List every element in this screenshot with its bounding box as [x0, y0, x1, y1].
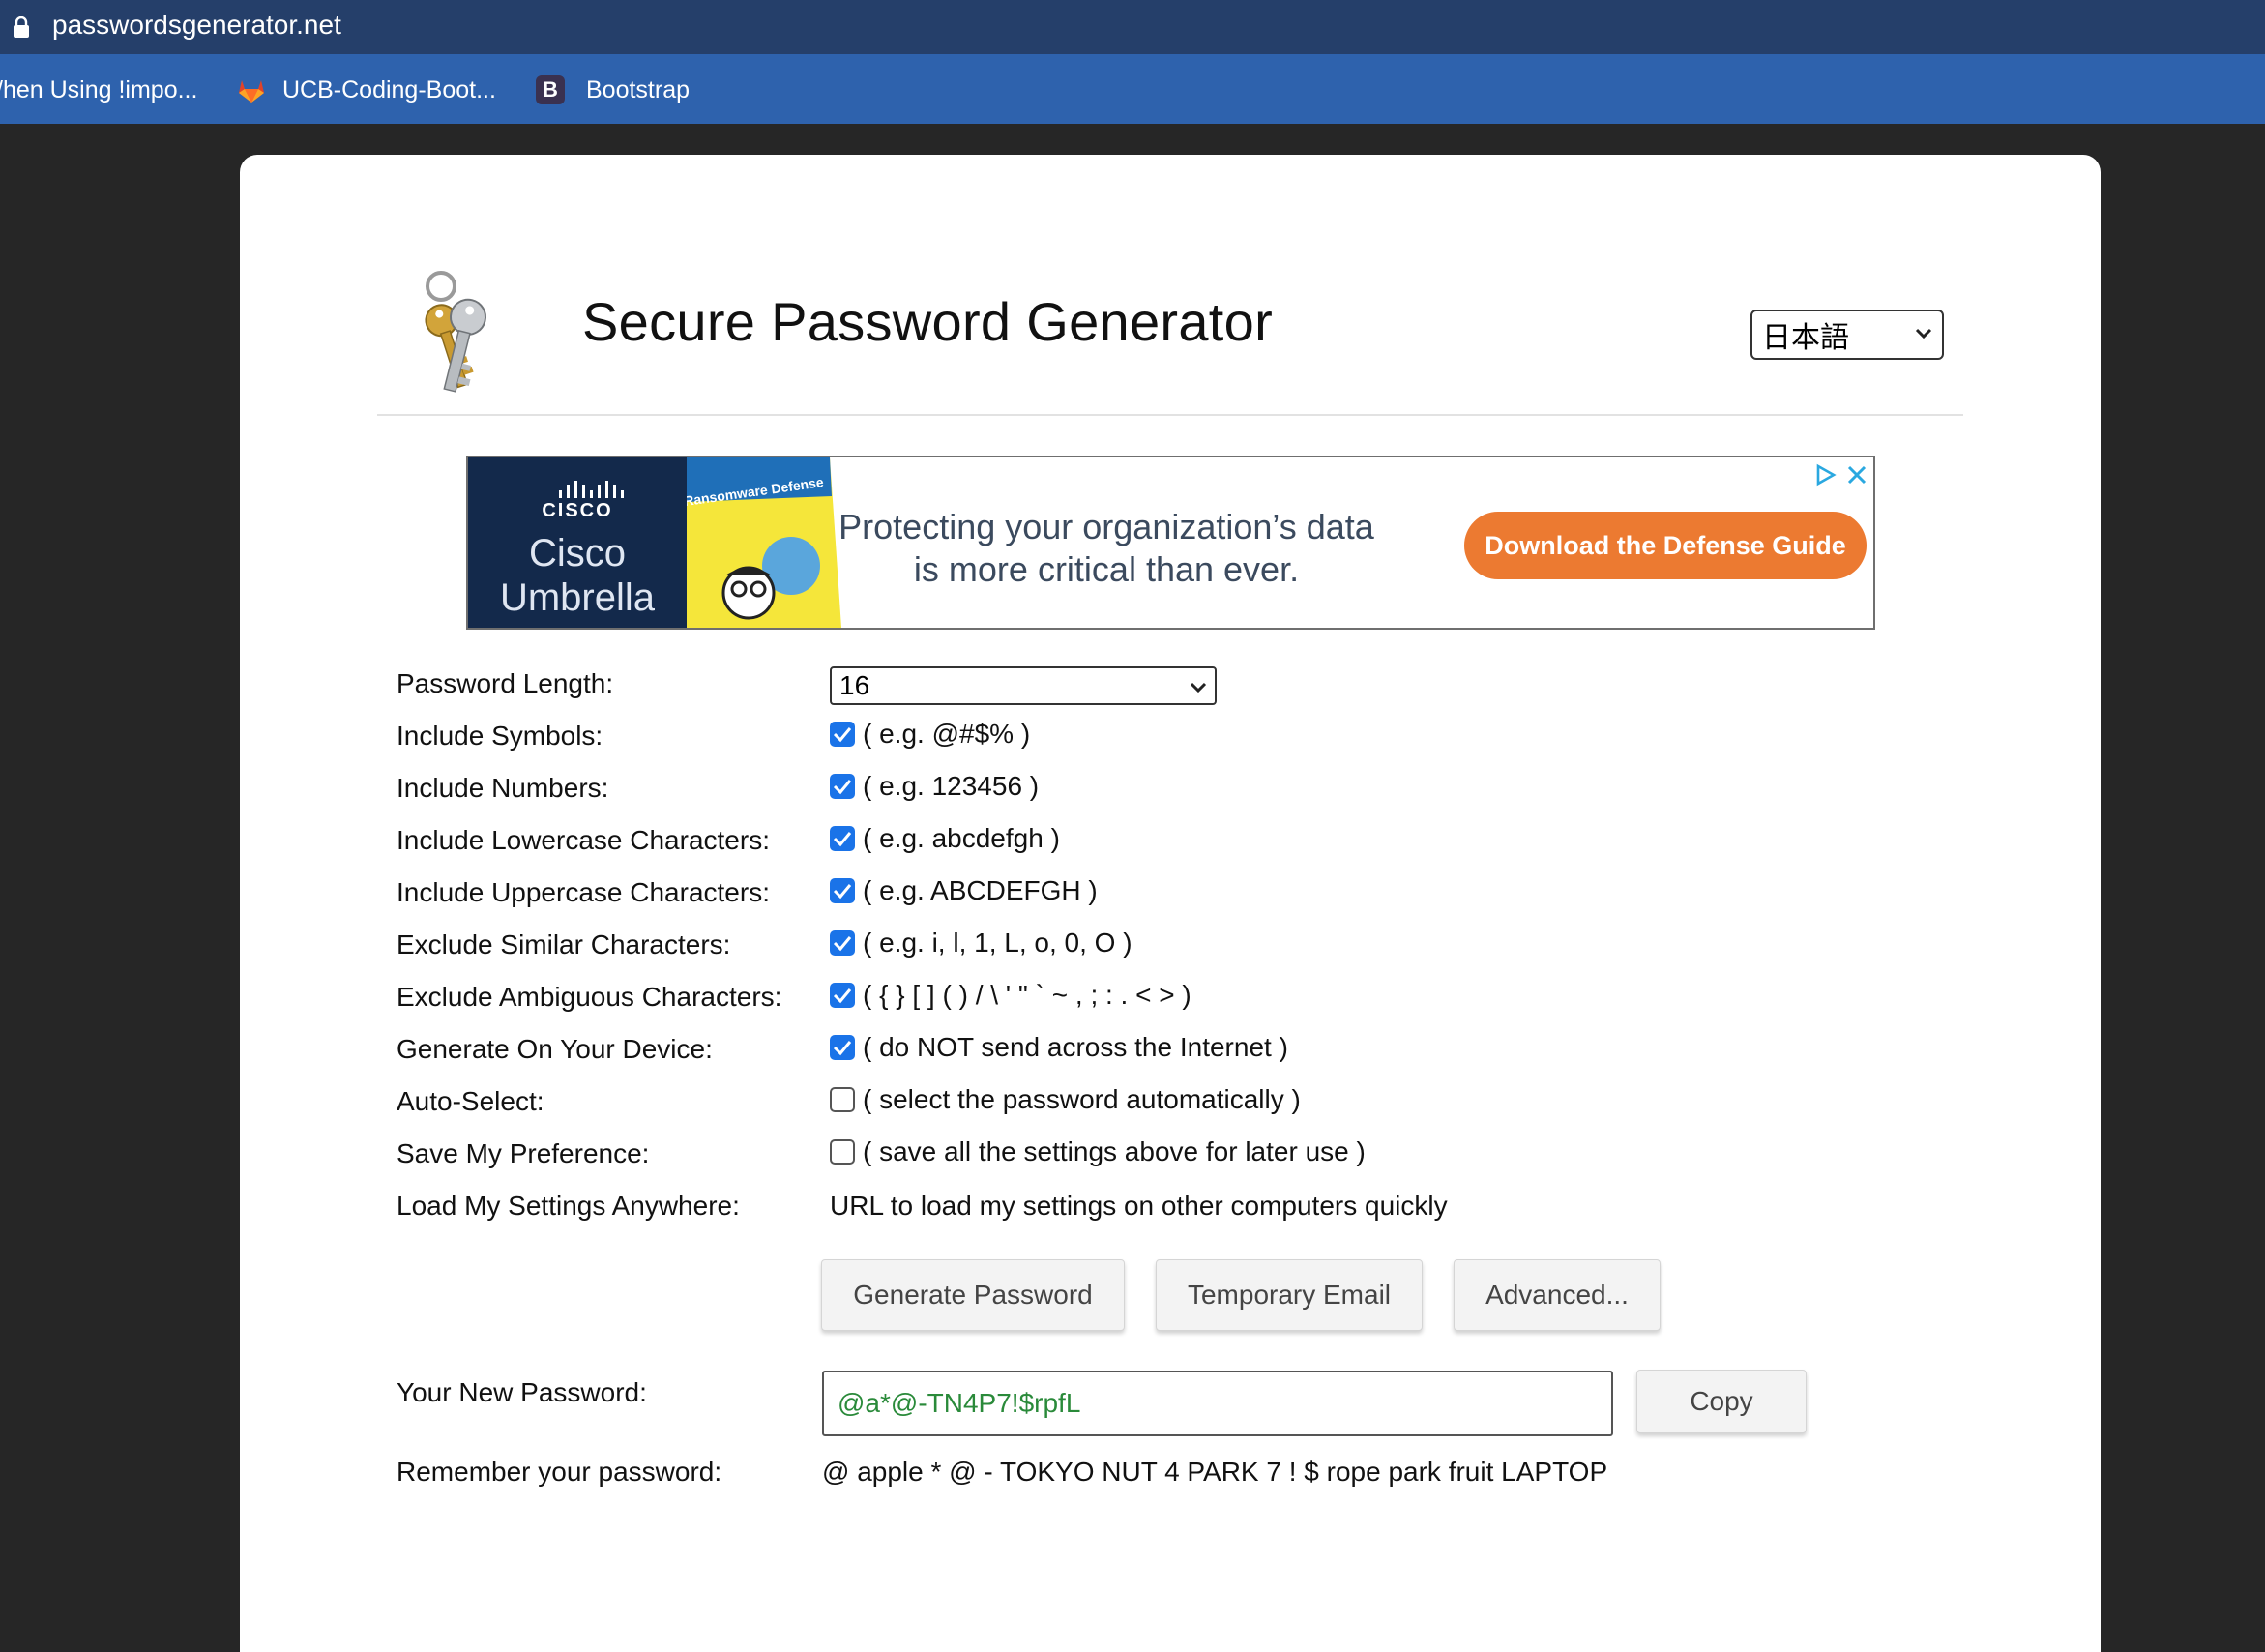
- option-similar: ( e.g. i, l, 1, L, o, 0, O ): [830, 928, 1132, 959]
- ad-choices-icon[interactable]: [1814, 463, 1838, 487]
- option-autoselect: ( select the password automatically ): [830, 1084, 1301, 1115]
- option-desc: ( e.g. ABCDEFGH ): [863, 875, 1098, 905]
- remember-password-label: Remember your password:: [397, 1457, 722, 1487]
- load-settings-label: Load My Settings Anywhere:: [397, 1191, 740, 1221]
- password-length-label: Password Length:: [397, 668, 614, 698]
- checkbox-numbers[interactable]: [830, 774, 855, 799]
- option-desc: ( do NOT send across the Internet ): [863, 1032, 1288, 1062]
- bookmark-item-1[interactable]: /hen Using !impo...: [0, 74, 197, 106]
- cisco-logo-icon: [559, 481, 624, 498]
- option-uppercase: ( e.g. ABCDEFGH ): [830, 875, 1098, 906]
- ad-download-button[interactable]: Download the Defense Guide: [1464, 512, 1867, 579]
- temporary-email-button[interactable]: Temporary Email: [1156, 1259, 1423, 1331]
- new-password-field[interactable]: @a*@-TN4P7!$rpfL: [822, 1371, 1613, 1436]
- generate-password-button[interactable]: Generate Password: [821, 1259, 1125, 1331]
- option-ambiguous: ( { } [ ] ( ) / \ ' " ` ~ , ; : . < > ): [830, 980, 1191, 1011]
- language-select[interactable]: 日本語: [1750, 310, 1944, 360]
- option-label-device: Generate On Your Device:: [397, 1034, 713, 1064]
- checkbox-lowercase[interactable]: [830, 826, 855, 851]
- bootstrap-icon: B: [536, 75, 565, 104]
- bookmark-label: /hen Using !impo...: [0, 75, 198, 103]
- option-desc: ( { } [ ] ( ) / \ ' " ` ~ , ; : . < > ): [863, 980, 1191, 1010]
- option-save-preference: ( save all the settings above for later …: [830, 1136, 1366, 1167]
- option-desc: ( select the password automatically ): [863, 1084, 1301, 1114]
- option-symbols: ( e.g. @#$% ): [830, 719, 1030, 750]
- remember-password-value: @ apple * @ - TOKYO NUT 4 PARK 7 ! $ rop…: [822, 1457, 1608, 1487]
- checkbox-save-preference[interactable]: [830, 1139, 855, 1165]
- checkbox-autoselect[interactable]: [830, 1087, 855, 1112]
- gitlab-icon: [239, 80, 264, 103]
- ad-close-icon[interactable]: [1845, 463, 1868, 487]
- language-value: 日本語: [1762, 322, 1849, 354]
- option-desc: ( e.g. abcdefgh ): [863, 823, 1060, 853]
- ad-text: Protecting your organization’s data is m…: [838, 507, 1374, 589]
- book-cover-image: Ransomware Defense: [687, 457, 841, 628]
- option-label-uppercase: Include Uppercase Characters:: [397, 877, 770, 907]
- ad-product: Cisco Umbrella: [499, 532, 656, 619]
- bookmark-item-bootstrap[interactable]: B Bootstrap: [536, 74, 690, 106]
- address-bar[interactable]: passwordsgenerator.net: [0, 0, 2265, 54]
- checkbox-symbols[interactable]: [830, 722, 855, 747]
- option-label-similar: Exclude Similar Characters:: [397, 929, 731, 959]
- load-settings-link[interactable]: URL to load my settings on other compute…: [830, 1191, 1448, 1222]
- password-length-select[interactable]: 16: [830, 666, 1217, 705]
- option-label-autoselect: Auto-Select:: [397, 1086, 544, 1116]
- ad-brand-panel: CISCO Cisco Umbrella: [468, 457, 687, 628]
- checkbox-device[interactable]: [830, 1035, 855, 1060]
- option-label-save-preference: Save My Preference:: [397, 1138, 650, 1168]
- url-text[interactable]: passwordsgenerator.net: [52, 10, 341, 41]
- option-device: ( do NOT send across the Internet ): [830, 1032, 1288, 1063]
- option-label-lowercase: Include Lowercase Characters:: [397, 825, 770, 855]
- option-desc: ( e.g. i, l, 1, L, o, 0, O ): [863, 928, 1132, 958]
- checkbox-ambiguous[interactable]: [830, 983, 855, 1008]
- chevron-down-icon: [1915, 328, 1932, 339]
- bookmark-item-gitlab[interactable]: UCB-Coding-Boot...: [236, 74, 496, 106]
- ad-brand: CISCO: [542, 500, 613, 521]
- header-divider: [377, 414, 1963, 416]
- bookmark-label: Bootstrap: [586, 75, 691, 103]
- option-label-symbols: Include Symbols:: [397, 721, 603, 751]
- checkbox-similar[interactable]: [830, 930, 855, 956]
- option-label-ambiguous: Exclude Ambiguous Characters:: [397, 982, 782, 1012]
- option-desc: ( e.g. @#$% ): [863, 719, 1031, 749]
- advanced-button[interactable]: Advanced...: [1454, 1259, 1661, 1331]
- option-lowercase: ( e.g. abcdefgh ): [830, 823, 1060, 854]
- bookmark-label: UCB-Coding-Boot...: [282, 75, 496, 103]
- ad-banner[interactable]: CISCO Cisco Umbrella Ransomware Defense …: [466, 456, 1875, 630]
- lock-icon: [14, 16, 29, 38]
- option-desc: ( e.g. 123456 ): [863, 771, 1040, 801]
- password-length-value: 16: [839, 670, 870, 700]
- copy-button[interactable]: Copy: [1636, 1370, 1807, 1433]
- keys-icon: [425, 271, 486, 393]
- option-numbers: ( e.g. 123456 ): [830, 771, 1039, 802]
- chevron-down-icon: [1190, 682, 1207, 693]
- new-password-label: Your New Password:: [397, 1377, 647, 1407]
- option-label-numbers: Include Numbers:: [397, 773, 609, 803]
- bookmarks-bar: /hen Using !impo... UCB-Coding-Boot... B…: [0, 54, 2265, 124]
- option-desc: ( save all the settings above for later …: [863, 1136, 1366, 1166]
- checkbox-uppercase[interactable]: [830, 878, 855, 903]
- page-title: Secure Password Generator: [582, 291, 1274, 352]
